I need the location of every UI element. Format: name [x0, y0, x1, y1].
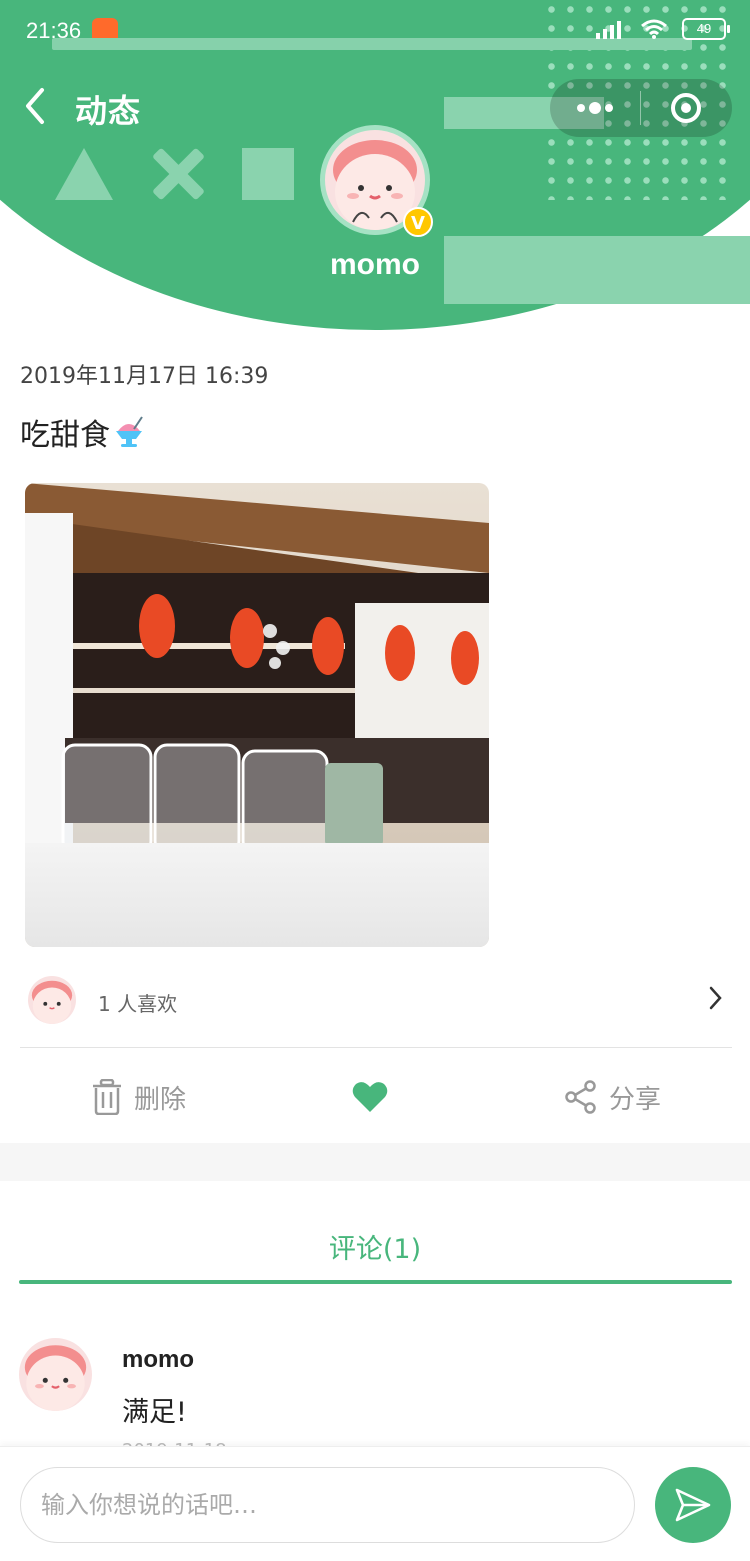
likes-row[interactable]: 1 人喜欢: [20, 968, 732, 1048]
likes-count-text: 1 人喜欢: [98, 992, 178, 1016]
comment-item: momo 满足! 2019-11-18: [0, 1330, 750, 1461]
battery-level: 49: [696, 21, 712, 36]
send-button[interactable]: [655, 1467, 731, 1543]
verified-badge: V: [403, 207, 433, 237]
post-photo[interactable]: [25, 483, 489, 947]
status-bar: 21:36 49: [0, 0, 750, 60]
close-button[interactable]: [641, 79, 731, 137]
delete-button[interactable]: 删除: [92, 1060, 186, 1134]
delete-label: 删除: [134, 1084, 187, 1115]
comment-input-bar: [0, 1446, 750, 1561]
square-deco-icon: [242, 148, 294, 200]
triangle-deco-icon: [55, 148, 113, 200]
tab-comments[interactable]: 评论(1): [0, 1227, 750, 1266]
post-date: 2019年11月17日 16:39: [20, 364, 269, 389]
wifi-icon: [641, 19, 667, 39]
more-dots-icon: [577, 102, 613, 114]
profile-name: momo: [330, 248, 420, 281]
back-icon[interactable]: [22, 86, 58, 126]
chevron-right-icon[interactable]: [708, 984, 724, 1020]
share-button[interactable]: 分享: [565, 1060, 661, 1134]
comment-avatar[interactable]: [19, 1338, 92, 1411]
comment-input[interactable]: [20, 1467, 635, 1543]
signal-icon: [596, 21, 621, 39]
post-detail-page: 21:36 49 动态 V momo 2019年11月17日 16:39 吃甜食…: [0, 0, 750, 1561]
post-text-row: 吃甜食: [20, 410, 146, 454]
share-label: 分享: [609, 1084, 662, 1115]
comments-tab-bar: 评论(1): [0, 1215, 750, 1285]
send-icon: [675, 1488, 711, 1522]
comment-text: 满足!: [122, 1397, 187, 1428]
more-button[interactable]: [550, 79, 640, 137]
page-title: 动态: [75, 92, 142, 130]
heart-icon: [352, 1082, 388, 1112]
profile-header: 21:36 49 动态 V momo: [0, 0, 750, 330]
status-icons: 49: [596, 18, 730, 40]
cross-deco-icon: [150, 145, 208, 203]
share-icon: [565, 1080, 596, 1114]
tab-underline: [19, 1280, 732, 1284]
trash-icon: [93, 1079, 121, 1115]
mini-program-capsule: [550, 79, 732, 137]
post-text: 吃甜食: [20, 418, 110, 453]
target-ring-icon: [671, 93, 701, 123]
post-actions: 删除 分享: [0, 1060, 750, 1134]
comment-author: momo: [122, 1346, 194, 1373]
battery-icon: 49: [682, 18, 730, 40]
liker-avatar[interactable]: [28, 976, 76, 1024]
like-button[interactable]: [352, 1060, 388, 1134]
shaved-ice-icon: [112, 415, 146, 449]
section-divider: [0, 1143, 750, 1181]
